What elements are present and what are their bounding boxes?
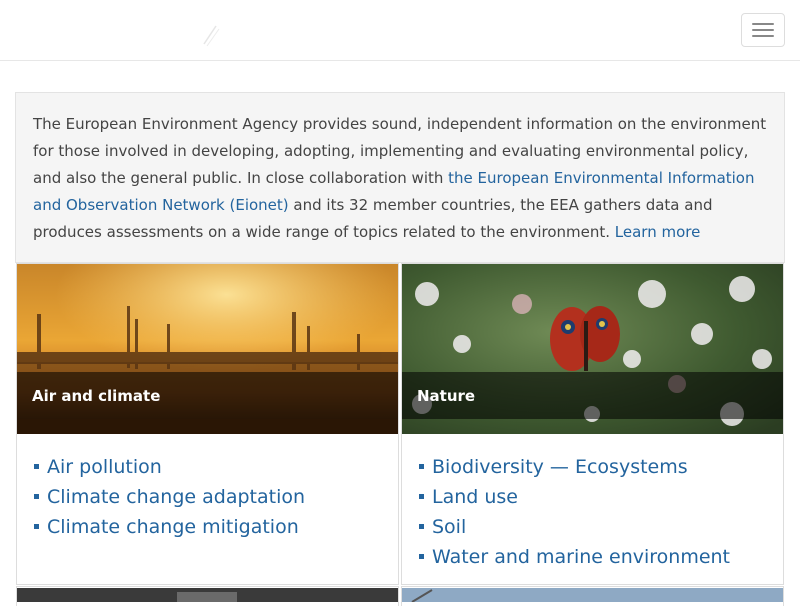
list-item[interactable]: Land use xyxy=(419,482,768,512)
topic-link-soil[interactable]: Soil xyxy=(432,516,466,538)
list-item[interactable]: Soil xyxy=(419,512,768,542)
nature-image[interactable]: Nature xyxy=(402,264,783,434)
card-title[interactable]: Air and climate xyxy=(17,372,398,419)
air-climate-image[interactable]: Air and climate xyxy=(17,264,398,434)
eea-logo-icon[interactable] xyxy=(200,22,224,48)
learn-more-link[interactable]: Learn more xyxy=(615,223,701,241)
bullet-icon xyxy=(419,524,424,529)
topic-card-nature: Nature Biodiversity — Ecosystems Land us… xyxy=(401,263,784,585)
topic-card-next-right xyxy=(401,586,784,606)
list-item[interactable]: Biodiversity — Ecosystems xyxy=(419,452,768,482)
topic-link-water-marine[interactable]: Water and marine environment xyxy=(432,546,730,568)
intro-panel: The European Environment Agency provides… xyxy=(15,92,785,263)
topic-link-biodiversity[interactable]: Biodiversity — Ecosystems xyxy=(432,456,688,478)
bullet-icon xyxy=(34,524,39,529)
list-item[interactable]: Climate change mitigation xyxy=(34,512,383,542)
list-item[interactable]: Air pollution xyxy=(34,452,383,482)
topic-link-climate-mitigation[interactable]: Climate change mitigation xyxy=(47,516,299,538)
topic-list: Biodiversity — Ecosystems Land use Soil … xyxy=(402,434,783,572)
hamburger-bar xyxy=(752,35,774,37)
bullet-icon xyxy=(419,494,424,499)
bullet-icon xyxy=(34,494,39,499)
site-header xyxy=(0,0,800,61)
topic-link-land-use[interactable]: Land use xyxy=(432,486,518,508)
hamburger-menu-icon xyxy=(752,23,774,25)
topic-list: Air pollution Climate change adaptation … xyxy=(17,434,398,542)
topic-link-climate-adaptation[interactable]: Climate change adaptation xyxy=(47,486,305,508)
list-item[interactable]: Water and marine environment xyxy=(419,542,768,572)
topic-link-air-pollution[interactable]: Air pollution xyxy=(47,456,162,478)
topic-card-next-left xyxy=(16,586,399,606)
list-item[interactable]: Climate change adaptation xyxy=(34,482,383,512)
topic-card-air-climate: Air and climate Air pollution Climate ch… xyxy=(16,263,399,585)
hamburger-bar xyxy=(752,29,774,31)
card-title[interactable]: Nature xyxy=(402,372,783,419)
bullet-icon xyxy=(34,464,39,469)
bullet-icon xyxy=(419,554,424,559)
bullet-icon xyxy=(419,464,424,469)
menu-toggle-button[interactable] xyxy=(741,13,785,47)
